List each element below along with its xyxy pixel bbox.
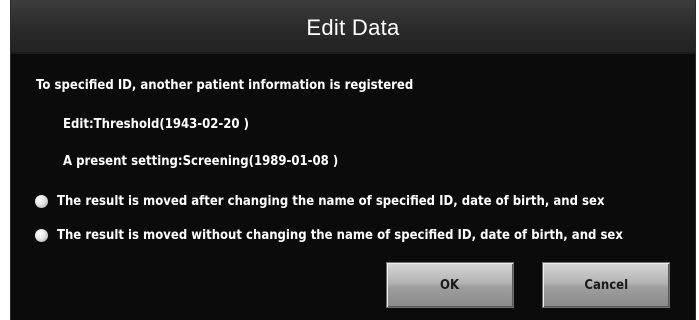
present-setting-info: A present setting:Screening(1989-01-08 ) <box>63 154 339 169</box>
ok-button-label: OK <box>440 277 460 293</box>
radio-button-icon[interactable] <box>35 228 48 242</box>
option-move-without-changing[interactable]: The result is moved without changing the… <box>35 224 686 246</box>
option-label: The result is moved without changing the… <box>57 227 623 243</box>
option-move-after-changing[interactable]: The result is moved after changing the n… <box>35 190 665 212</box>
cancel-button-label: Cancel <box>584 277 628 293</box>
edit-data-dialog: Edit Data To specified ID, another patie… <box>10 0 696 320</box>
edit-info: Edit:Threshold(1943-02-20 ) <box>63 117 249 132</box>
cancel-button[interactable]: Cancel <box>542 262 670 308</box>
title-bar: Edit Data <box>11 0 695 54</box>
option-label: The result is moved after changing the n… <box>57 193 605 209</box>
ok-button[interactable]: OK <box>386 262 514 308</box>
registration-message: To specified ID, another patient informa… <box>36 78 414 93</box>
dialog-title: Edit Data <box>306 15 400 40</box>
radio-button-icon[interactable] <box>35 194 48 208</box>
